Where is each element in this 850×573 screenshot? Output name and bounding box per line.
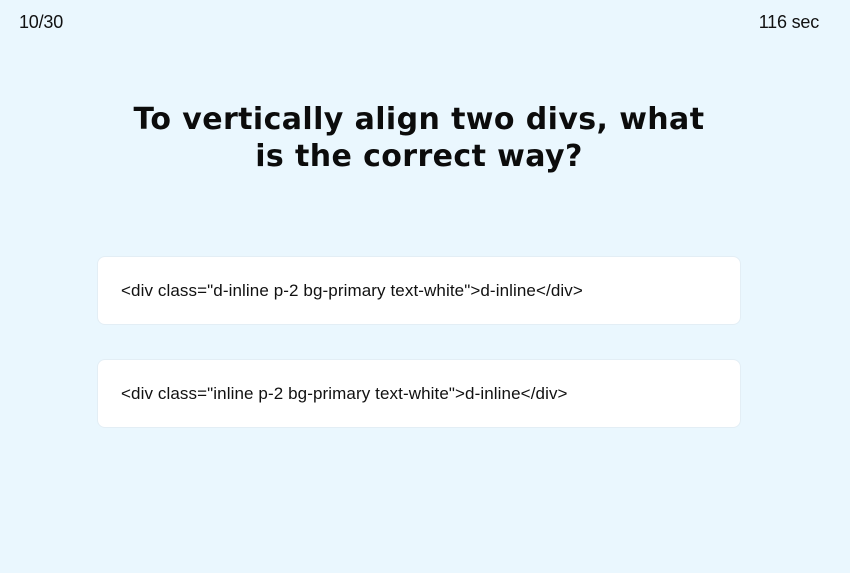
answer-list: <div class="d-inline p-2 bg-primary text… [97, 256, 741, 462]
countdown-timer: 116 sec [758, 12, 820, 32]
answer-option-label: <div class="d-inline p-2 bg-primary text… [121, 280, 583, 300]
question-counter: 10/30 [19, 12, 64, 32]
question-title: To vertically align two divs, what is th… [133, 102, 705, 174]
answer-option-2[interactable]: <div class="inline p-2 bg-primary text-w… [97, 359, 741, 428]
answer-option-label: <div class="inline p-2 bg-primary text-w… [121, 383, 568, 403]
answer-option-1[interactable]: <div class="d-inline p-2 bg-primary text… [97, 256, 741, 325]
